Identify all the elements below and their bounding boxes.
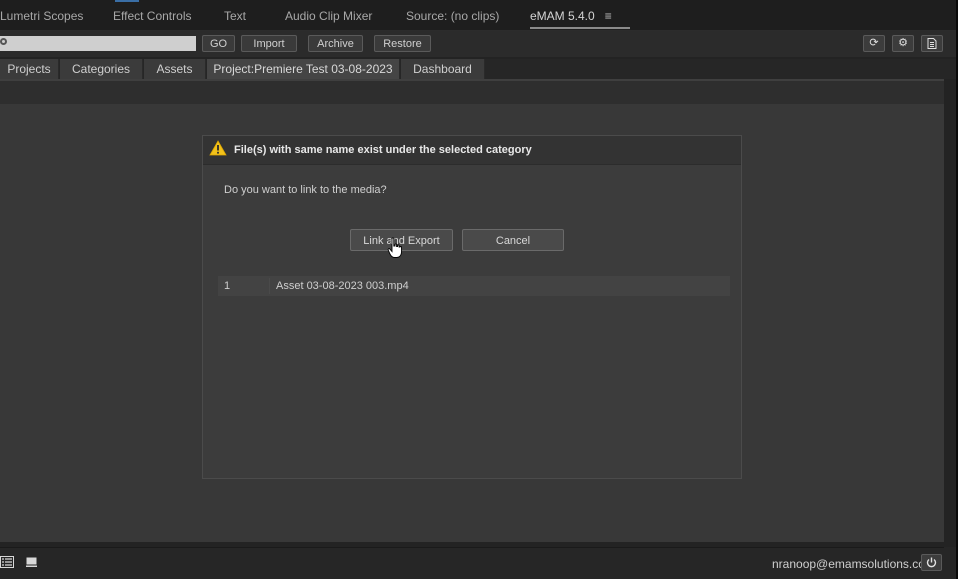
dialog-header: File(s) with same name exist under the s… bbox=[203, 136, 741, 165]
panel-tab-lumetri-scopes[interactable]: Lumetri Scopes bbox=[0, 9, 83, 23]
tab-assets[interactable]: Assets bbox=[144, 59, 206, 79]
tab-categories[interactable]: Categories bbox=[60, 59, 143, 79]
settings-icon[interactable]: ⚙ bbox=[892, 35, 914, 52]
panel-tab-emam[interactable]: eMAM 5.4.0 ≡ bbox=[530, 9, 630, 29]
power-button[interactable] bbox=[921, 554, 942, 571]
archive-button[interactable]: Archive bbox=[308, 35, 363, 52]
panel-tab-audio-clip-mixer[interactable]: Audio Clip Mixer bbox=[285, 9, 372, 23]
search-input[interactable] bbox=[0, 36, 196, 51]
restore-button[interactable]: Restore bbox=[374, 35, 431, 52]
active-tab-underline bbox=[530, 27, 630, 29]
import-button[interactable]: Import bbox=[241, 35, 297, 52]
document-icon[interactable] bbox=[921, 35, 943, 52]
content-header-strip bbox=[0, 81, 944, 104]
panel-tab-text[interactable]: Text bbox=[224, 9, 246, 23]
footer-divider bbox=[0, 547, 944, 548]
dialog-title: File(s) with same name exist under the s… bbox=[234, 144, 532, 156]
go-button[interactable]: GO bbox=[202, 35, 235, 52]
tab-projects[interactable]: Projects bbox=[0, 59, 59, 79]
file-index: 1 bbox=[224, 280, 231, 292]
cancel-button[interactable]: Cancel bbox=[462, 229, 564, 251]
refresh-icon[interactable]: ⟳ bbox=[863, 35, 885, 52]
panel-accent-line bbox=[115, 0, 139, 2]
list-view-icon[interactable] bbox=[0, 556, 14, 568]
tab-dashboard[interactable]: Dashboard bbox=[401, 59, 485, 79]
footer-bar: nranoop@emamsolutions.com bbox=[0, 547, 958, 579]
panel-tab-emam-label: eMAM 5.4.0 bbox=[530, 9, 595, 23]
toolbar: GO Import Archive Restore ⟳ ⚙ bbox=[0, 31, 958, 57]
dialog-message: Do you want to link to the media? bbox=[224, 184, 387, 196]
grid-view-icon[interactable] bbox=[26, 557, 37, 567]
nav-tabs: Projects Categories Assets Project:Premi… bbox=[0, 59, 958, 79]
panel-tab-effect-controls[interactable]: Effect Controls bbox=[113, 9, 191, 23]
hand-pointer-icon bbox=[387, 237, 402, 258]
panel-tab-source[interactable]: Source: (no clips) bbox=[406, 9, 499, 23]
power-icon bbox=[926, 557, 937, 568]
user-email: nranoop@emamsolutions.com bbox=[772, 557, 935, 571]
panel-tab-bar: Lumetri Scopes Effect Controls Text Audi… bbox=[0, 0, 958, 31]
tab-project-premiere-test[interactable]: Project:Premiere Test 03-08-2023 bbox=[207, 59, 400, 79]
file-row[interactable]: 1 Asset 03-08-2023 003.mp4 bbox=[218, 276, 730, 296]
warning-icon bbox=[209, 140, 227, 156]
duplicate-file-dialog: File(s) with same name exist under the s… bbox=[202, 135, 742, 479]
hamburger-icon[interactable]: ≡ bbox=[605, 9, 612, 23]
file-name: Asset 03-08-2023 003.mp4 bbox=[276, 280, 409, 292]
search-icon bbox=[0, 38, 7, 45]
file-row-divider bbox=[269, 278, 270, 294]
